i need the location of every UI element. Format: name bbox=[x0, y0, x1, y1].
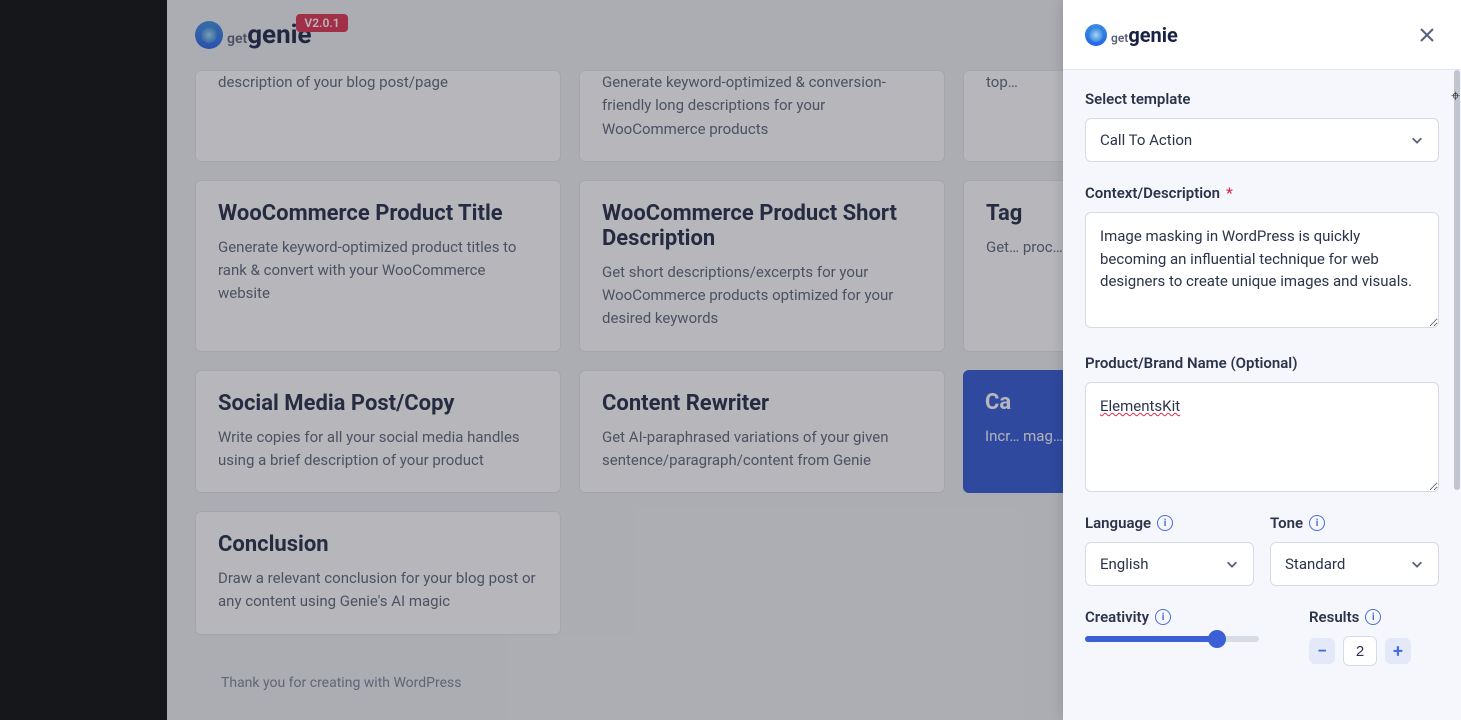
results-input[interactable] bbox=[1343, 636, 1377, 666]
label-text: Language bbox=[1085, 514, 1151, 532]
increment-button[interactable]: + bbox=[1385, 638, 1411, 664]
close-button[interactable] bbox=[1415, 23, 1439, 47]
label-text: Tone bbox=[1270, 514, 1303, 532]
language-label: Language i bbox=[1085, 514, 1254, 532]
tone-value: Standard bbox=[1285, 555, 1345, 573]
context-label: Context/Description * bbox=[1085, 184, 1439, 202]
creativity-slider[interactable] bbox=[1085, 636, 1259, 642]
context-field: Context/Description * bbox=[1085, 184, 1439, 332]
creativity-slider-wrap bbox=[1085, 636, 1293, 642]
panel-scrollbar[interactable] bbox=[1453, 70, 1461, 720]
language-select[interactable]: English bbox=[1085, 542, 1254, 586]
creativity-label: Creativity i bbox=[1085, 608, 1293, 626]
slider-fill bbox=[1085, 636, 1217, 642]
info-icon[interactable]: i bbox=[1309, 515, 1325, 531]
logo-name: genie bbox=[1128, 23, 1178, 47]
results-label: Results i bbox=[1309, 608, 1439, 626]
label-text: Results bbox=[1309, 608, 1359, 626]
language-value: English bbox=[1100, 555, 1149, 573]
tone-label: Tone i bbox=[1270, 514, 1439, 532]
cursor-icon: ⌖ bbox=[1451, 86, 1460, 106]
template-select[interactable]: Call To Action bbox=[1085, 118, 1439, 162]
scrollbar-thumb[interactable] bbox=[1454, 70, 1460, 490]
brand-value: ElementsKit bbox=[1100, 397, 1180, 415]
chevron-down-icon bbox=[1410, 133, 1424, 147]
info-icon[interactable]: i bbox=[1155, 609, 1171, 625]
brand-textarea[interactable]: ElementsKit bbox=[1085, 382, 1439, 492]
tone-field: Tone i Standard bbox=[1270, 514, 1439, 586]
wp-admin-sidebar bbox=[0, 0, 167, 720]
template-value: Call To Action bbox=[1100, 131, 1192, 149]
panel-header: getgenie bbox=[1063, 0, 1461, 70]
close-icon bbox=[1419, 27, 1435, 43]
results-field: Results i − + bbox=[1309, 608, 1439, 666]
info-icon[interactable]: i bbox=[1365, 609, 1381, 625]
context-textarea[interactable] bbox=[1085, 212, 1439, 328]
decrement-button[interactable]: − bbox=[1309, 638, 1335, 664]
chevron-down-icon bbox=[1225, 557, 1239, 571]
info-icon[interactable]: i bbox=[1157, 515, 1173, 531]
generator-panel: getgenie Select template Call To Action … bbox=[1063, 0, 1461, 720]
brand-label: Product/Brand Name (Optional) bbox=[1085, 354, 1439, 372]
creativity-field: Creativity i bbox=[1085, 608, 1293, 666]
tone-select[interactable]: Standard bbox=[1270, 542, 1439, 586]
panel-logo: getgenie bbox=[1085, 23, 1178, 47]
panel-body: Select template Call To Action Context/D… bbox=[1063, 70, 1461, 720]
label-text: Creativity bbox=[1085, 608, 1149, 626]
brand-field: Product/Brand Name (Optional) ElementsKi… bbox=[1085, 354, 1439, 492]
results-stepper: − + bbox=[1309, 636, 1439, 666]
chevron-down-icon bbox=[1410, 557, 1424, 571]
logo-get: get bbox=[1111, 31, 1128, 45]
slider-thumb[interactable] bbox=[1208, 630, 1226, 648]
required-indicator: * bbox=[1226, 184, 1233, 202]
template-field: Select template Call To Action bbox=[1085, 90, 1439, 162]
panel-logo-text: getgenie bbox=[1111, 23, 1178, 47]
template-label: Select template bbox=[1085, 90, 1439, 108]
label-text: Context/Description bbox=[1085, 184, 1220, 202]
genie-logo-icon bbox=[1085, 24, 1107, 46]
language-field: Language i English bbox=[1085, 514, 1254, 586]
